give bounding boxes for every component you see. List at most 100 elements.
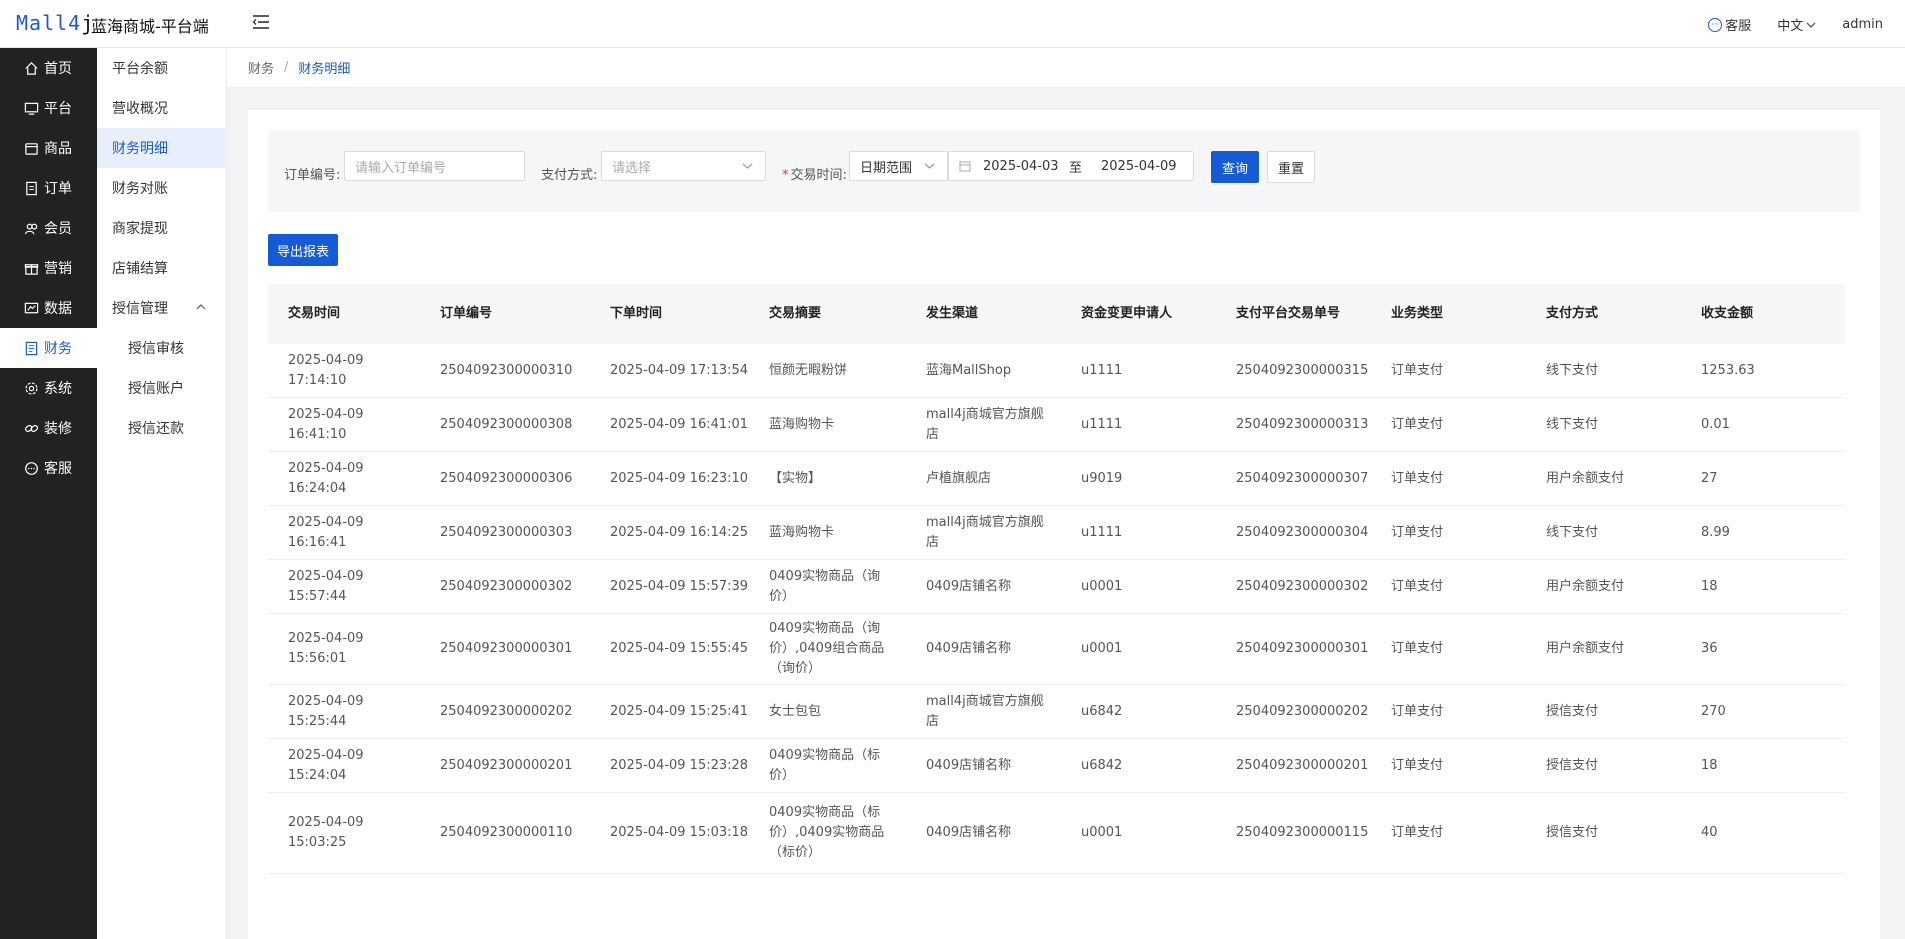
nav-item[interactable]: 装修	[0, 408, 97, 448]
subnav-item[interactable]: 授信还款	[97, 408, 226, 448]
cell-order-no: 2504092300000306	[440, 470, 573, 486]
cell-line: mall4j商城官方旗舰	[926, 514, 1044, 530]
subnav-item[interactable]: 授信审核	[97, 328, 226, 368]
cell-order-time: 2025-04-09 16:14:25	[610, 524, 749, 540]
cell-line: 16:41:10	[288, 426, 347, 442]
nav-item[interactable]: 系统	[0, 368, 97, 408]
subnav-item-label: 授信还款	[128, 421, 184, 437]
column-header: 交易时间	[288, 306, 341, 321]
cell-line: 0409店铺名称	[926, 578, 1012, 594]
cell-amount: 18	[1701, 578, 1718, 594]
cell-biz-type: 订单支付	[1391, 578, 1444, 594]
cell-biz-type: 订单支付	[1391, 641, 1444, 656]
cell-line: 16:24:04	[288, 480, 347, 496]
nav-item[interactable]: 财务	[0, 328, 97, 368]
table-row[interactable]: 2025-04-09 17:14:10 2504092300000310 2025-0…	[268, 344, 1845, 398]
table-row[interactable]: 2025-04-09 15:25:44 2504092300000202 2025-0…	[268, 685, 1845, 739]
logo[interactable]: Mall4j	[16, 11, 94, 35]
cell-time: 2025-04-09 16:16:41	[268, 513, 420, 553]
range-type-select[interactable]: 日期范围	[849, 151, 948, 181]
nav-item[interactable]: 营销	[0, 248, 97, 288]
cell-pay-no: 2504092300000201	[1236, 757, 1369, 773]
subnav-item[interactable]: 店铺结算	[97, 248, 226, 288]
table-row[interactable]: 2025-04-09 16:41:10 2504092300000308 2025-0…	[268, 398, 1845, 452]
subnav-item[interactable]: 财务明细	[97, 128, 226, 168]
cell-line: 卢植旗舰店	[926, 470, 992, 486]
cell-line: 2025-04-09	[288, 406, 364, 422]
nav-item[interactable]: 订单	[0, 168, 97, 208]
language-select[interactable]: 中文	[1777, 15, 1816, 34]
menu-toggle-icon[interactable]	[252, 14, 270, 30]
order-no-input[interactable]: 请输入订单编号	[344, 151, 525, 181]
breadcrumb-parent[interactable]: 财务	[248, 58, 274, 77]
cell-line: 17:14:10	[288, 372, 347, 388]
cell-channel: 卢植旗舰店	[906, 469, 1061, 489]
chevron-down-icon	[924, 163, 935, 169]
cell-line: 价）,0409组合商品	[769, 641, 885, 656]
cell-summary: 0409实物商品（询 价）	[749, 567, 906, 607]
cell-line: 恒颜无暇粉饼	[769, 362, 848, 378]
table-row[interactable]: 2025-04-09 16:16:41 2504092300000303 2025-0…	[268, 506, 1845, 560]
subnav-item[interactable]: 商家提现	[97, 208, 226, 248]
nav-item[interactable]: 首页	[0, 48, 97, 88]
nav-item-label: 订单	[44, 181, 72, 197]
nav-item[interactable]: 客服	[0, 448, 97, 488]
search-button[interactable]: 查询	[1211, 151, 1259, 183]
table-header: 交易时间 订单编号 下单时间 交易摘要 发生渠道 资金变更申请人 支付平台交易单号 业务类型 支…	[268, 284, 1845, 344]
table-row[interactable]: 2025-04-09 15:24:04 2504092300000201 2025-0…	[268, 739, 1845, 793]
app-title: 蓝海商城-平台端	[91, 17, 209, 36]
nav-item[interactable]: 会员	[0, 208, 97, 248]
subnav-item[interactable]: 营收概况	[97, 88, 226, 128]
trade-time-text: 交易时间:	[790, 168, 847, 183]
cell-line: 店	[926, 713, 940, 729]
cell-amount: 1253.63	[1701, 362, 1755, 378]
column-header: 业务类型	[1391, 306, 1444, 321]
table-row[interactable]: 2025-04-09 15:56:01 2504092300000301 2025-0…	[268, 614, 1845, 685]
date-to-label: 至	[1069, 160, 1083, 176]
cell-line: 价）	[769, 767, 796, 783]
cell-order-time: 2025-04-09 15:25:41	[610, 703, 749, 719]
subnav-item[interactable]: 授信账户	[97, 368, 226, 408]
cell-line: 店	[926, 426, 940, 442]
cell-time: 2025-04-09 15:56:01	[268, 629, 420, 669]
date-start[interactable]: 2025-04-03	[983, 159, 1069, 174]
cell-line: 0409店铺名称	[926, 757, 1012, 773]
customer-service-link[interactable]: ··· 客服	[1708, 15, 1751, 34]
subnav-item[interactable]: 授信管理	[97, 288, 226, 328]
table-row[interactable]: 2025-04-09 15:57:44 2504092300000302 2025-0…	[268, 560, 1845, 614]
user-menu[interactable]: admin	[1842, 17, 1883, 32]
cell-order-no: 2504092300000302	[440, 578, 573, 594]
cell-line: 15:03:25	[288, 835, 347, 850]
pay-method-select[interactable]: 请选择	[601, 151, 766, 181]
cell-amount: 18	[1701, 757, 1718, 773]
cell-biz-type: 订单支付	[1391, 524, 1444, 540]
nav-item[interactable]: 数据	[0, 288, 97, 328]
nav-item[interactable]: 商品	[0, 128, 97, 168]
table-row[interactable]: 2025-04-09 16:24:04 2504092300000306 2025-0…	[268, 452, 1845, 506]
cell-line: （询价）	[769, 661, 822, 676]
cell-pay-method: 授信支付	[1546, 825, 1599, 840]
cell-line: 16:16:41	[288, 534, 347, 550]
export-report-button[interactable]: 导出报表	[268, 234, 338, 266]
reset-button[interactable]: 重置	[1267, 151, 1315, 183]
cell-time: 2025-04-09 17:14:10	[268, 351, 420, 391]
table-row[interactable]: 2025-04-09 15:03:25 2504092300000110 2025-0…	[268, 793, 1845, 874]
cell-line: 女士包包	[769, 703, 822, 719]
cell-amount: 270	[1701, 703, 1726, 719]
subnav-item-label: 财务对账	[112, 181, 168, 197]
subnav-item-label: 商家提现	[112, 221, 168, 237]
subnav-item[interactable]: 平台余额	[97, 48, 226, 88]
subnav-item[interactable]: 财务对账	[97, 168, 226, 208]
chart-icon	[24, 301, 39, 316]
cell-line: 0409实物商品（询	[769, 568, 881, 584]
home-icon	[24, 61, 39, 76]
nav-item[interactable]: 平台	[0, 88, 97, 128]
date-end[interactable]: 2025-04-09	[1101, 159, 1177, 174]
cell-line: 蓝海MallShop	[926, 362, 1012, 378]
cell-line: 店	[926, 534, 940, 550]
monitor-icon	[24, 101, 39, 116]
cell-order-no: 2504092300000301	[440, 641, 573, 656]
date-range-picker[interactable]: 2025-04-03 至 2025-04-09	[948, 151, 1194, 181]
subnav-item-label: 财务明细	[112, 141, 168, 157]
cell-line: 2025-04-09	[288, 631, 364, 646]
